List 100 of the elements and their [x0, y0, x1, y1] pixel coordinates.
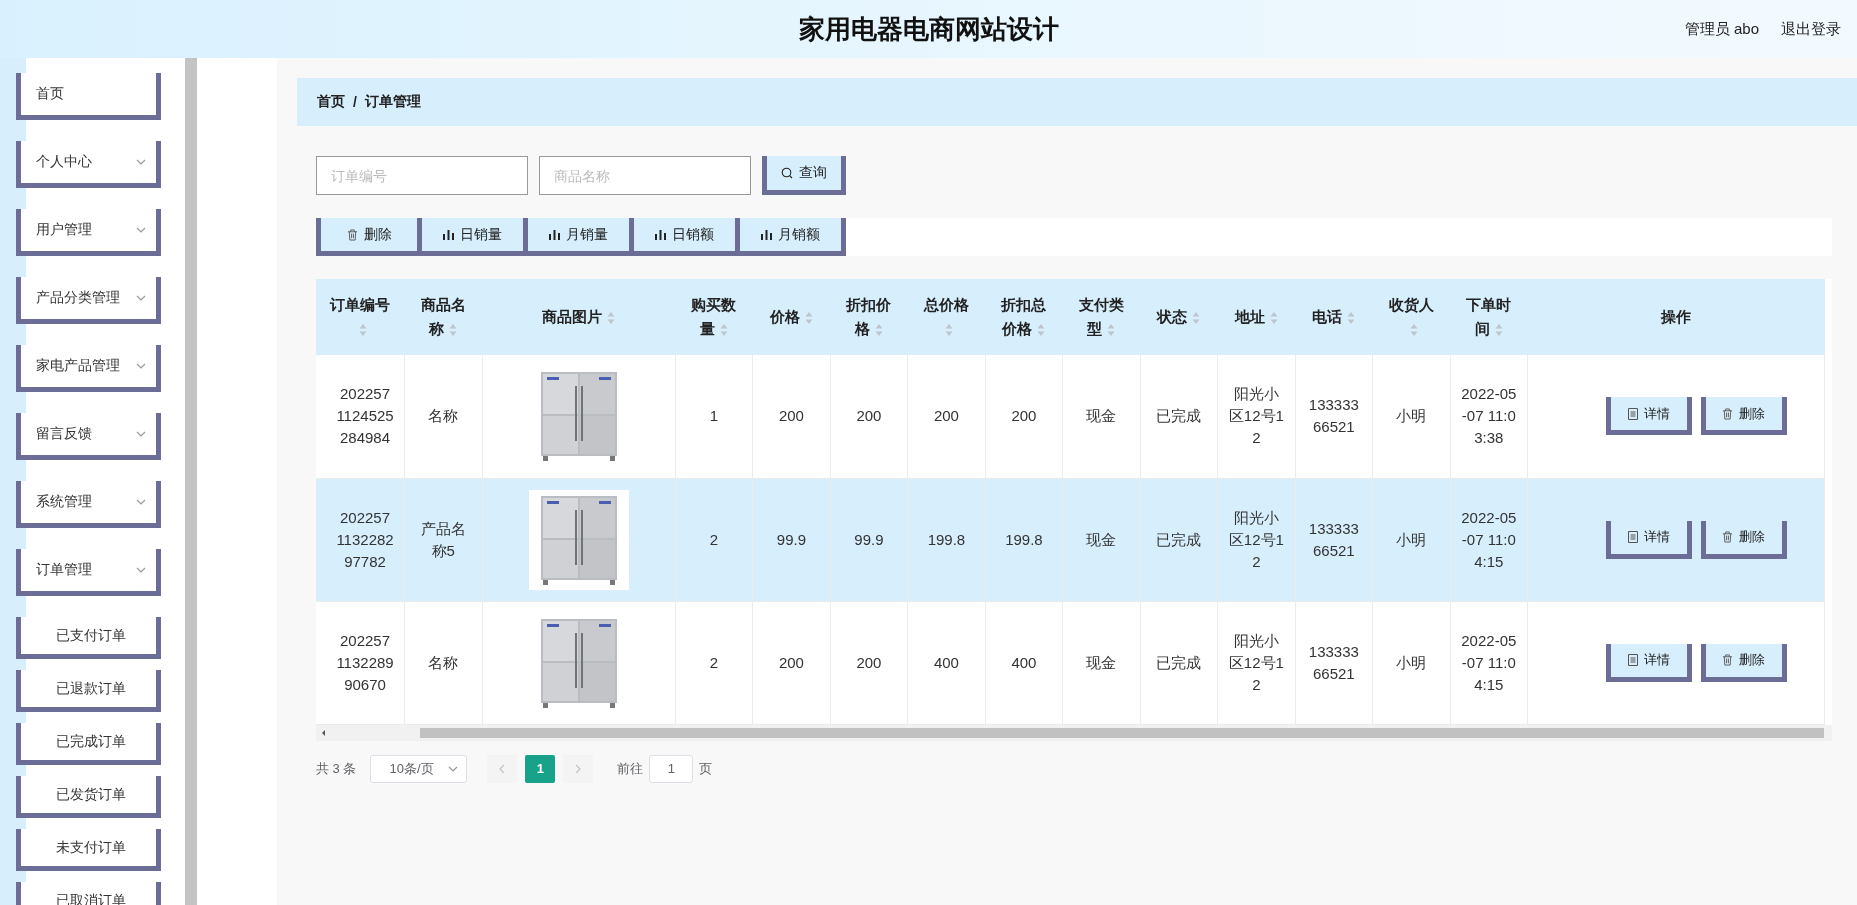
- detail-button[interactable]: 详情: [1605, 397, 1692, 436]
- table-cell: 200: [778, 653, 804, 671]
- table-cell: 13333366521: [1308, 396, 1359, 436]
- sidebar-item[interactable]: 首页: [16, 73, 161, 120]
- sort-icon[interactable]: [1269, 311, 1278, 326]
- goto-page-field[interactable]: 1: [649, 754, 694, 783]
- delete-button[interactable]: 删除: [1700, 520, 1787, 559]
- breadcrumb-item: 订单管理: [364, 93, 421, 111]
- column-header[interactable]: 购买数量: [675, 279, 753, 355]
- table-cell: 现金: [1086, 407, 1117, 425]
- trash-icon: [346, 228, 358, 241]
- sidebar-item[interactable]: 留言反馈: [16, 413, 161, 460]
- detail-button[interactable]: 详情: [1605, 643, 1692, 682]
- sort-icon[interactable]: [1347, 311, 1356, 326]
- column-header[interactable]: 商品图片: [482, 279, 676, 355]
- document-icon: [1627, 654, 1638, 666]
- query-button[interactable]: 查询: [762, 156, 846, 195]
- table-cell: 400: [933, 653, 959, 671]
- sort-icon[interactable]: [449, 323, 458, 338]
- chart-button[interactable]: 月销额: [740, 218, 846, 256]
- table-cell: 已完成: [1156, 530, 1202, 548]
- admin-user: 管理员 abo: [1684, 19, 1759, 39]
- sort-icon[interactable]: [1107, 323, 1116, 338]
- table-cell: 99.9: [854, 530, 884, 548]
- table-cell: 2: [709, 653, 719, 671]
- search-field[interactable]: 商品名称: [539, 156, 751, 195]
- bar-chart-icon: [761, 229, 772, 240]
- chart-button[interactable]: 月销量: [528, 218, 634, 256]
- chart-button[interactable]: 日销量: [422, 218, 528, 256]
- table-cell: 2: [709, 530, 719, 548]
- scroll-left-icon[interactable]: [320, 728, 328, 737]
- sidebar-item[interactable]: 订单管理: [16, 549, 161, 596]
- sort-icon[interactable]: [804, 311, 813, 326]
- table-cell: 现金: [1086, 530, 1117, 548]
- site-title: 家用电器电商网站设计: [798, 12, 1059, 46]
- total-count: 共 3 条: [316, 759, 357, 778]
- column-header[interactable]: 收货人: [1372, 279, 1451, 355]
- column-header[interactable]: 商品名称: [404, 279, 483, 355]
- column-header[interactable]: 电话: [1295, 279, 1373, 355]
- chart-button[interactable]: 日销额: [634, 218, 740, 256]
- sidebar-subitem[interactable]: 已退款订单: [16, 670, 161, 712]
- chevron-down-icon: [136, 361, 146, 371]
- sort-icon[interactable]: [719, 323, 728, 338]
- table-cell: 小明: [1396, 407, 1427, 425]
- table-cell: 小明: [1396, 653, 1427, 671]
- table-cell: 阳光小区12号12: [1228, 631, 1284, 693]
- detail-button[interactable]: 详情: [1605, 520, 1692, 559]
- column-header[interactable]: 价格: [752, 279, 831, 355]
- page-suffix: 页: [699, 759, 713, 778]
- sort-icon[interactable]: [1192, 311, 1201, 326]
- logout-link[interactable]: 退出登录: [1781, 19, 1841, 39]
- table-cell: 200: [856, 653, 882, 671]
- sort-icon[interactable]: [1037, 323, 1046, 338]
- column-header[interactable]: 折扣总价格: [985, 279, 1063, 355]
- sidebar-item[interactable]: 系统管理: [16, 481, 161, 528]
- column-header[interactable]: 订单编号: [316, 279, 405, 355]
- trash-icon: [1722, 531, 1734, 543]
- breadcrumb-item[interactable]: 首页: [317, 93, 345, 111]
- column-header: 操作: [1527, 279, 1825, 355]
- column-header[interactable]: 总价格: [907, 279, 986, 355]
- search-icon: [781, 167, 793, 179]
- chevron-right-icon: [574, 763, 583, 774]
- trash-icon: [1722, 407, 1734, 420]
- sidebar-item[interactable]: 个人中心: [16, 141, 161, 188]
- sort-icon[interactable]: [358, 323, 367, 338]
- column-header[interactable]: 折扣价格: [830, 279, 908, 355]
- sort-icon[interactable]: [1409, 323, 1418, 338]
- table-cell: 2022571124525284984: [336, 385, 394, 447]
- sort-icon[interactable]: [607, 311, 616, 326]
- prev-page-button[interactable]: [487, 754, 518, 783]
- column-header[interactable]: 支付类型: [1062, 279, 1141, 355]
- table-cell: 2022-05-07 11:04:15: [1461, 508, 1517, 570]
- sidebar-scrollbar[interactable]: [185, 58, 197, 905]
- table-cell: 199.8: [1005, 530, 1043, 548]
- column-header[interactable]: 状态: [1140, 279, 1218, 355]
- sidebar-item[interactable]: 家电产品管理: [16, 345, 161, 392]
- sidebar-subitem[interactable]: 已支付订单: [16, 617, 161, 659]
- goto-label: 前往: [617, 759, 644, 778]
- column-header[interactable]: 地址: [1217, 279, 1296, 355]
- column-header[interactable]: 下单时间: [1450, 279, 1528, 355]
- table-cell: 200: [856, 407, 882, 425]
- table-cell: 名称: [428, 653, 459, 671]
- sidebar-item[interactable]: 产品分类管理: [16, 277, 161, 324]
- breadcrumb-separator: /: [353, 94, 357, 110]
- sort-icon[interactable]: [944, 323, 953, 338]
- sidebar-subitem[interactable]: 未支付订单: [16, 829, 161, 871]
- delete-button[interactable]: 删除: [1700, 397, 1787, 436]
- trash-icon: [1722, 654, 1734, 666]
- sidebar-item[interactable]: 用户管理: [16, 209, 161, 256]
- sidebar-subitem[interactable]: 已发货订单: [16, 776, 161, 818]
- sort-icon[interactable]: [1494, 323, 1503, 338]
- delete-button[interactable]: 删除: [1700, 643, 1787, 682]
- search-field[interactable]: 订单编号: [316, 156, 528, 195]
- delete-button[interactable]: 删除: [316, 218, 422, 256]
- next-page-button[interactable]: [563, 754, 594, 783]
- sidebar-subitem[interactable]: 已完成订单: [16, 723, 161, 765]
- table-cell: 400: [1011, 653, 1037, 671]
- bar-chart-icon: [549, 229, 560, 240]
- sort-icon[interactable]: [874, 323, 883, 338]
- page-size-select[interactable]: 10条/页: [370, 754, 468, 783]
